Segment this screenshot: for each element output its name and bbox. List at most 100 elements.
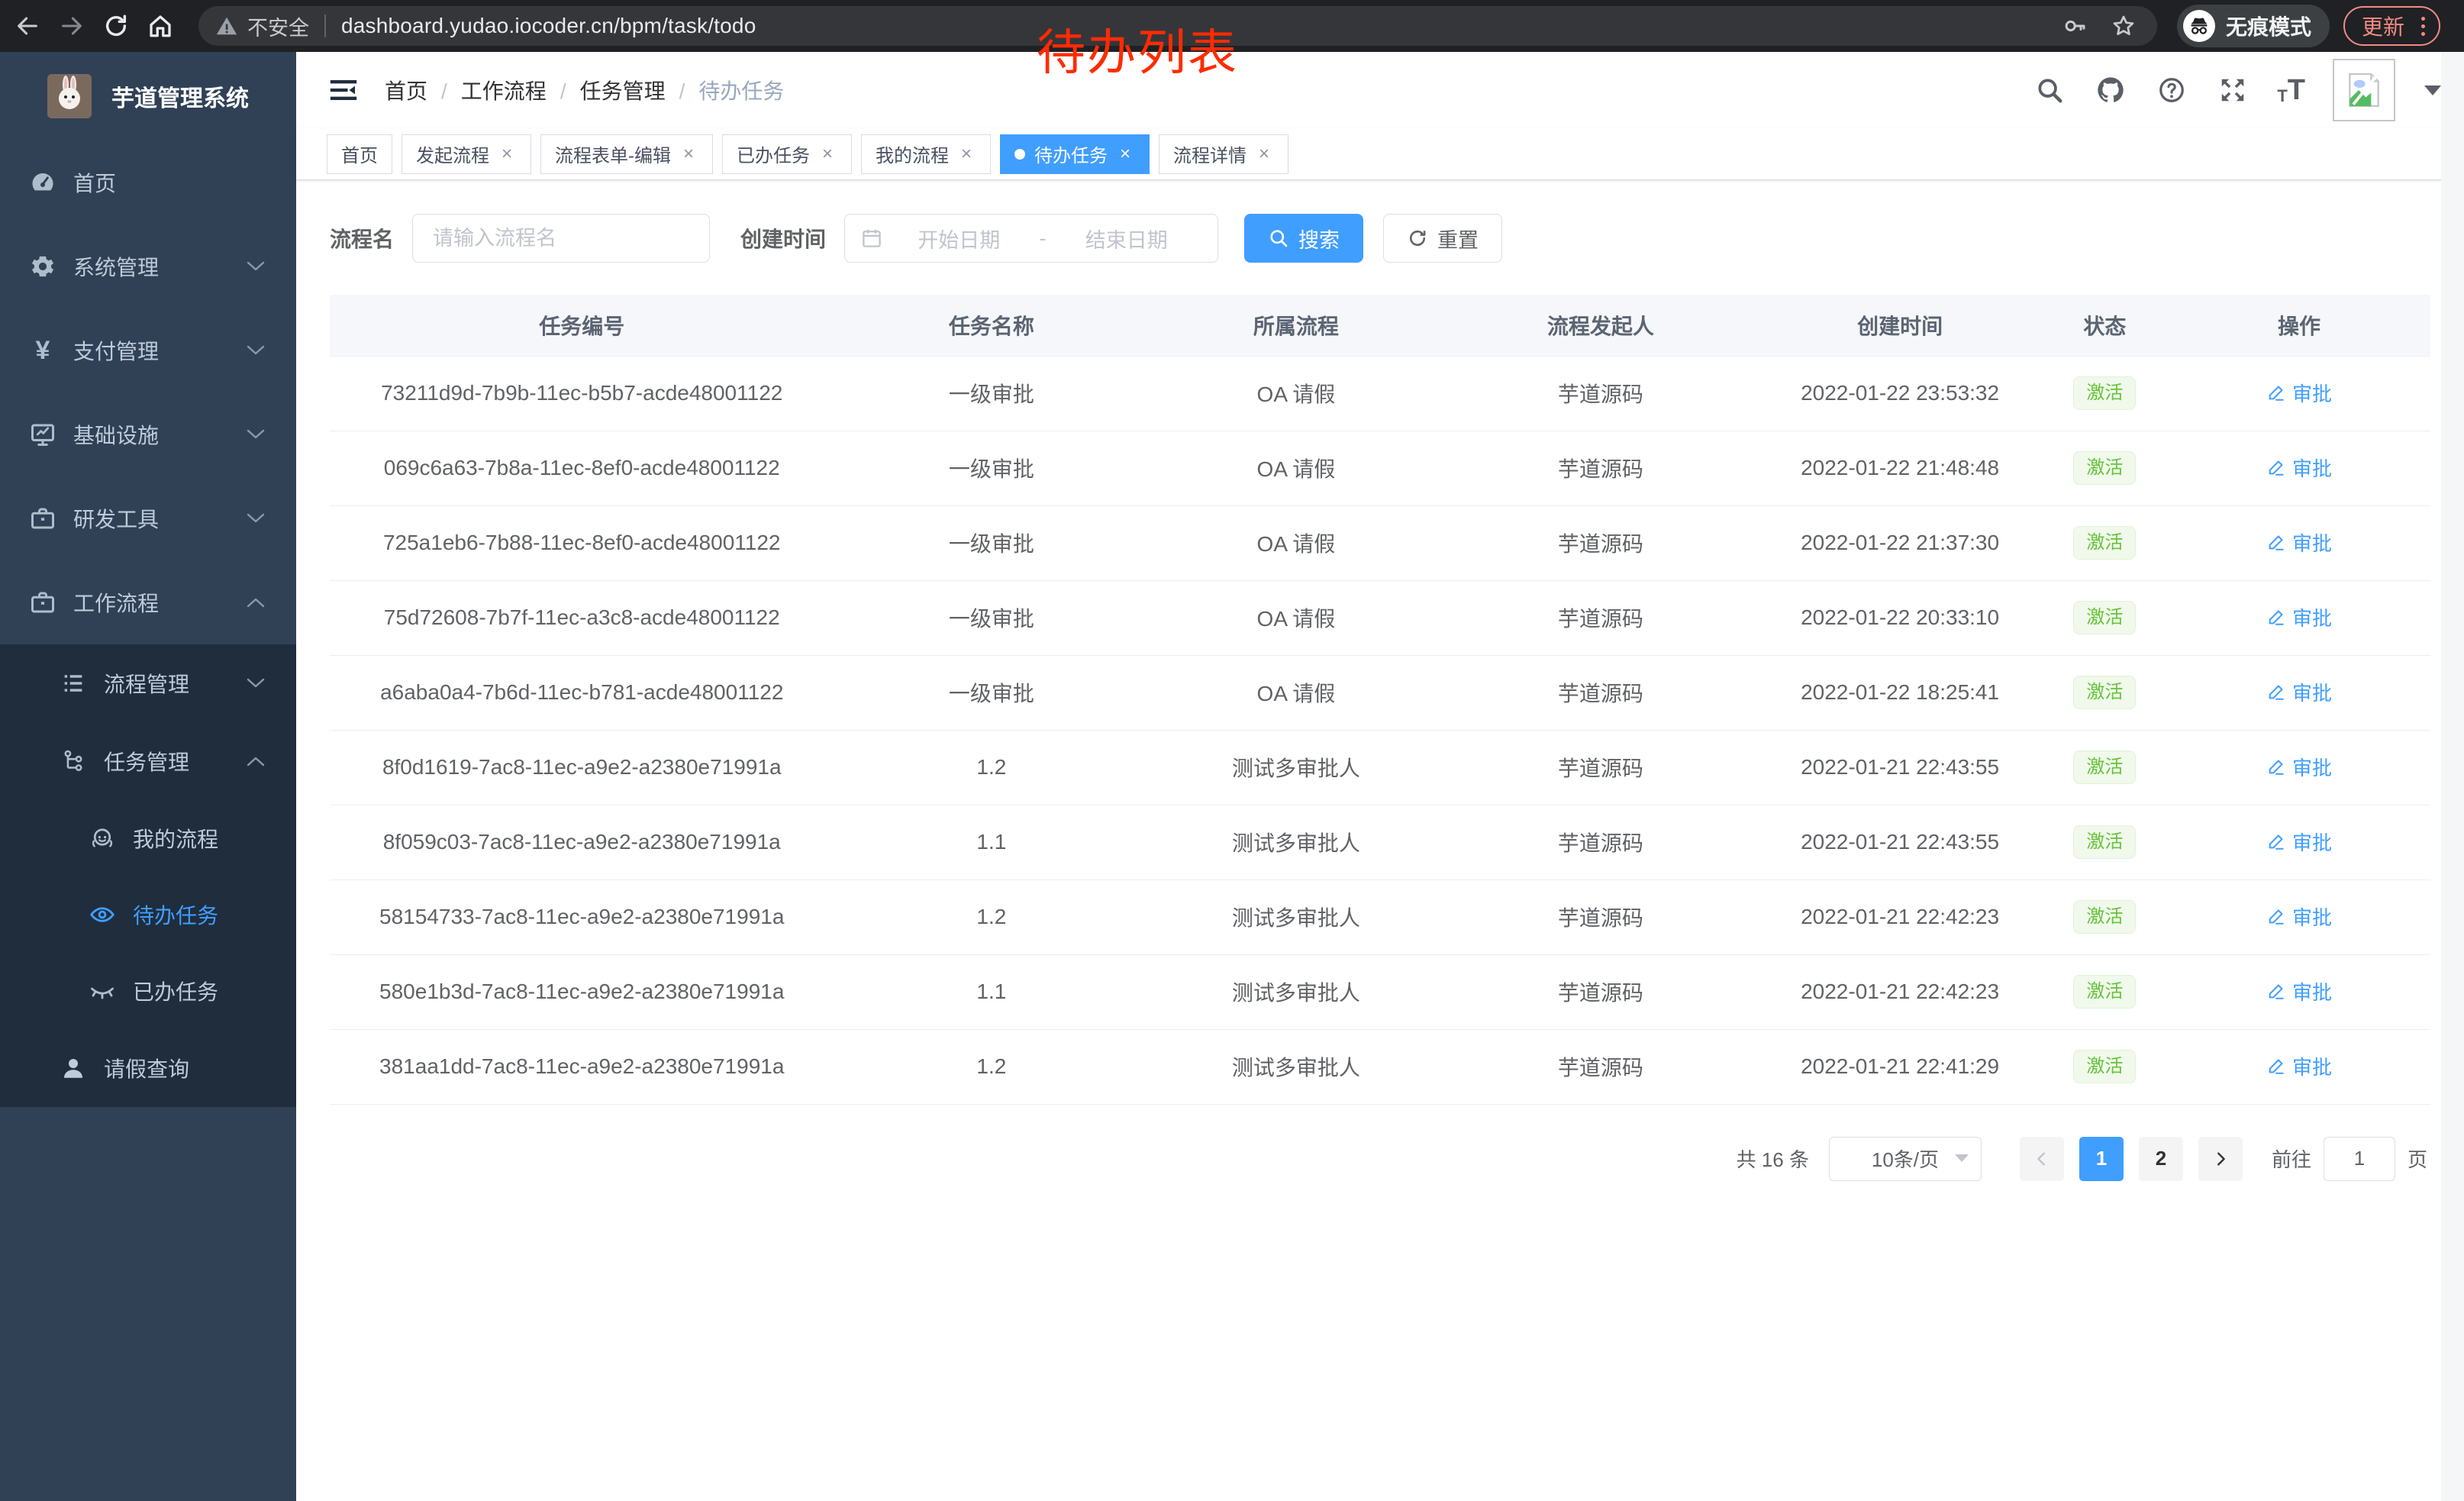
page-size-select[interactable]: 10条/页 [1829, 1137, 1982, 1181]
help-doc-button[interactable] [2155, 73, 2188, 107]
fullscreen-button[interactable] [2216, 73, 2250, 107]
edit-pen-icon [2266, 457, 2286, 477]
edit-pen-icon [2266, 532, 2286, 552]
header-search-button[interactable] [2033, 73, 2066, 107]
edit-pen-icon [2266, 682, 2286, 702]
table-row: 58154733-7ac8-11ec-a9e2-a2380e71991a 1.2… [330, 880, 2430, 954]
tag-start-process[interactable]: 发起流程 [402, 134, 531, 174]
goto-page-input[interactable] [2324, 1137, 2395, 1181]
close-icon[interactable] [818, 144, 837, 164]
cell-task-id: a6aba0a4-7b6d-11ec-b781-acde48001122 [330, 655, 834, 730]
avatar[interactable] [2333, 59, 2395, 121]
font-size-button[interactable]: TT [2277, 76, 2305, 105]
cell-task-name: 一级审批 [834, 505, 1149, 580]
app-title: 芋道管理系统 [111, 79, 249, 113]
status-badge: 激活 [2073, 750, 2136, 784]
avatar-dropdown-caret-icon[interactable] [2424, 86, 2441, 95]
saved-password-key-icon[interactable] [2058, 9, 2091, 43]
sidebar-item-devtools[interactable]: 研发工具 [0, 476, 296, 560]
browser-home-button[interactable] [144, 9, 177, 43]
bookmark-star-icon[interactable] [2107, 9, 2140, 43]
tag-my-process[interactable]: 我的流程 [861, 134, 991, 174]
sidebar-item-label: 已办任务 [133, 976, 218, 1006]
tag-process-form-edit[interactable]: 流程表单-编辑 [540, 134, 713, 174]
sidebar-item-workflow[interactable]: 工作流程 [0, 560, 296, 644]
cell-task-id: 8f059c03-7ac8-11ec-a9e2-a2380e71991a [330, 805, 834, 880]
sidebar-item-task-management[interactable]: 任务管理 [0, 722, 296, 800]
sidebar-item-label: 系统管理 [73, 251, 159, 282]
briefcase-icon [29, 589, 56, 616]
next-page-button[interactable] [2198, 1137, 2243, 1181]
cell-starter: 芋道源码 [1443, 1029, 1759, 1104]
sidebar-collapse-button[interactable] [327, 73, 360, 107]
tag-process-detail[interactable]: 流程详情 [1159, 134, 1288, 174]
date-range-picker[interactable]: 开始日期 - 结束日期 [844, 214, 1218, 263]
sidebar-item-process-management[interactable]: 流程管理 [0, 644, 296, 722]
table-row: 8f059c03-7ac8-11ec-a9e2-a2380e71991a 1.1… [330, 805, 2430, 880]
update-label: 更新 [2362, 11, 2404, 41]
close-icon[interactable] [956, 144, 976, 164]
approve-button[interactable]: 审批 [2266, 678, 2332, 706]
sidebar-item-todo-tasks[interactable]: 待办任务 [0, 876, 296, 953]
start-date-placeholder: 开始日期 [883, 224, 1035, 253]
github-link-button[interactable] [2094, 73, 2127, 107]
sidebar-item-my-process[interactable]: 我的流程 [0, 800, 296, 876]
close-icon[interactable] [679, 144, 698, 164]
approve-button[interactable]: 审批 [2266, 977, 2332, 1006]
sidebar-item-payment[interactable]: ¥ 支付管理 [0, 308, 296, 392]
browser-forward-button[interactable] [55, 9, 89, 43]
cell-process: OA 请假 [1149, 505, 1443, 580]
cell-process: OA 请假 [1149, 431, 1443, 505]
breadcrumb-home[interactable]: 首页 [385, 75, 461, 105]
sidebar-item-home[interactable]: 首页 [0, 140, 296, 224]
approve-button[interactable]: 审批 [2266, 379, 2332, 407]
approve-button[interactable]: 审批 [2266, 528, 2332, 557]
breadcrumb-task-management[interactable]: 任务管理 [580, 75, 699, 105]
tag-done-tasks[interactable]: 已办任务 [722, 134, 852, 174]
approve-button[interactable]: 审批 [2266, 828, 2332, 856]
close-icon[interactable] [497, 144, 517, 164]
eye-icon [89, 901, 116, 928]
update-button[interactable]: 更新 [2343, 6, 2440, 46]
reset-button[interactable]: 重置 [1383, 214, 1502, 263]
tag-todo-tasks[interactable]: 待办任务 [1000, 134, 1150, 174]
cell-created: 2022-01-21 22:41:29 [1758, 1029, 2042, 1104]
prev-page-button[interactable] [2020, 1137, 2064, 1181]
browser-reload-button[interactable] [99, 9, 133, 43]
url-text: dashboard.yudao.iocoder.cn/bpm/task/todo [341, 14, 2058, 38]
cell-task-id: 381aa1dd-7ac8-11ec-a9e2-a2380e71991a [330, 1029, 834, 1104]
sidebar-item-done-tasks[interactable]: 已办任务 [0, 953, 296, 1029]
approve-button[interactable]: 审批 [2266, 603, 2332, 631]
process-name-input[interactable] [412, 214, 710, 263]
status-badge: 激活 [2073, 601, 2136, 634]
close-icon[interactable] [1254, 144, 1274, 164]
search-icon [2035, 76, 2064, 105]
fullscreen-icon [2218, 76, 2247, 105]
page-button-1[interactable]: 1 [2079, 1137, 2124, 1181]
approve-button[interactable]: 审批 [2266, 454, 2332, 482]
tag-home[interactable]: 首页 [327, 134, 392, 174]
approve-button[interactable]: 审批 [2266, 902, 2332, 931]
sidebar-item-system[interactable]: 系统管理 [0, 224, 296, 308]
cell-task-name: 1.2 [834, 880, 1149, 954]
search-button[interactable]: 搜索 [1244, 214, 1363, 263]
browser-back-button[interactable] [11, 9, 44, 43]
breadcrumb-workflow[interactable]: 工作流程 [461, 75, 580, 105]
cell-created: 2022-01-22 20:33:10 [1758, 580, 2042, 655]
address-bar[interactable]: 不安全 dashboard.yudao.iocoder.cn/bpm/task/… [198, 6, 2157, 46]
close-icon[interactable] [1115, 144, 1135, 164]
browser-scrollbar-track[interactable] [2441, 52, 2464, 1501]
search-form: 流程名 创建时间 开始日期 - 结束日期 搜索 重置 [330, 214, 2430, 263]
page-button-2[interactable]: 2 [2139, 1137, 2183, 1181]
sidebar-item-leave-query[interactable]: 请假查询 [0, 1029, 296, 1107]
table-row: a6aba0a4-7b6d-11ec-b781-acde48001122 一级审… [330, 655, 2430, 730]
sidebar-item-label: 工作流程 [73, 587, 159, 618]
browser-menu-icon[interactable] [2418, 14, 2428, 39]
approve-button[interactable]: 审批 [2266, 1052, 2332, 1080]
approve-label: 审批 [2292, 1052, 2332, 1080]
cell-created: 2022-01-21 22:42:23 [1758, 954, 2042, 1029]
sidebar-logo-row[interactable]: 芋道管理系统 [0, 52, 296, 140]
approve-button[interactable]: 审批 [2266, 753, 2332, 781]
cell-task-id: 58154733-7ac8-11ec-a9e2-a2380e71991a [330, 880, 834, 954]
sidebar-item-infrastructure[interactable]: 基础设施 [0, 392, 296, 476]
